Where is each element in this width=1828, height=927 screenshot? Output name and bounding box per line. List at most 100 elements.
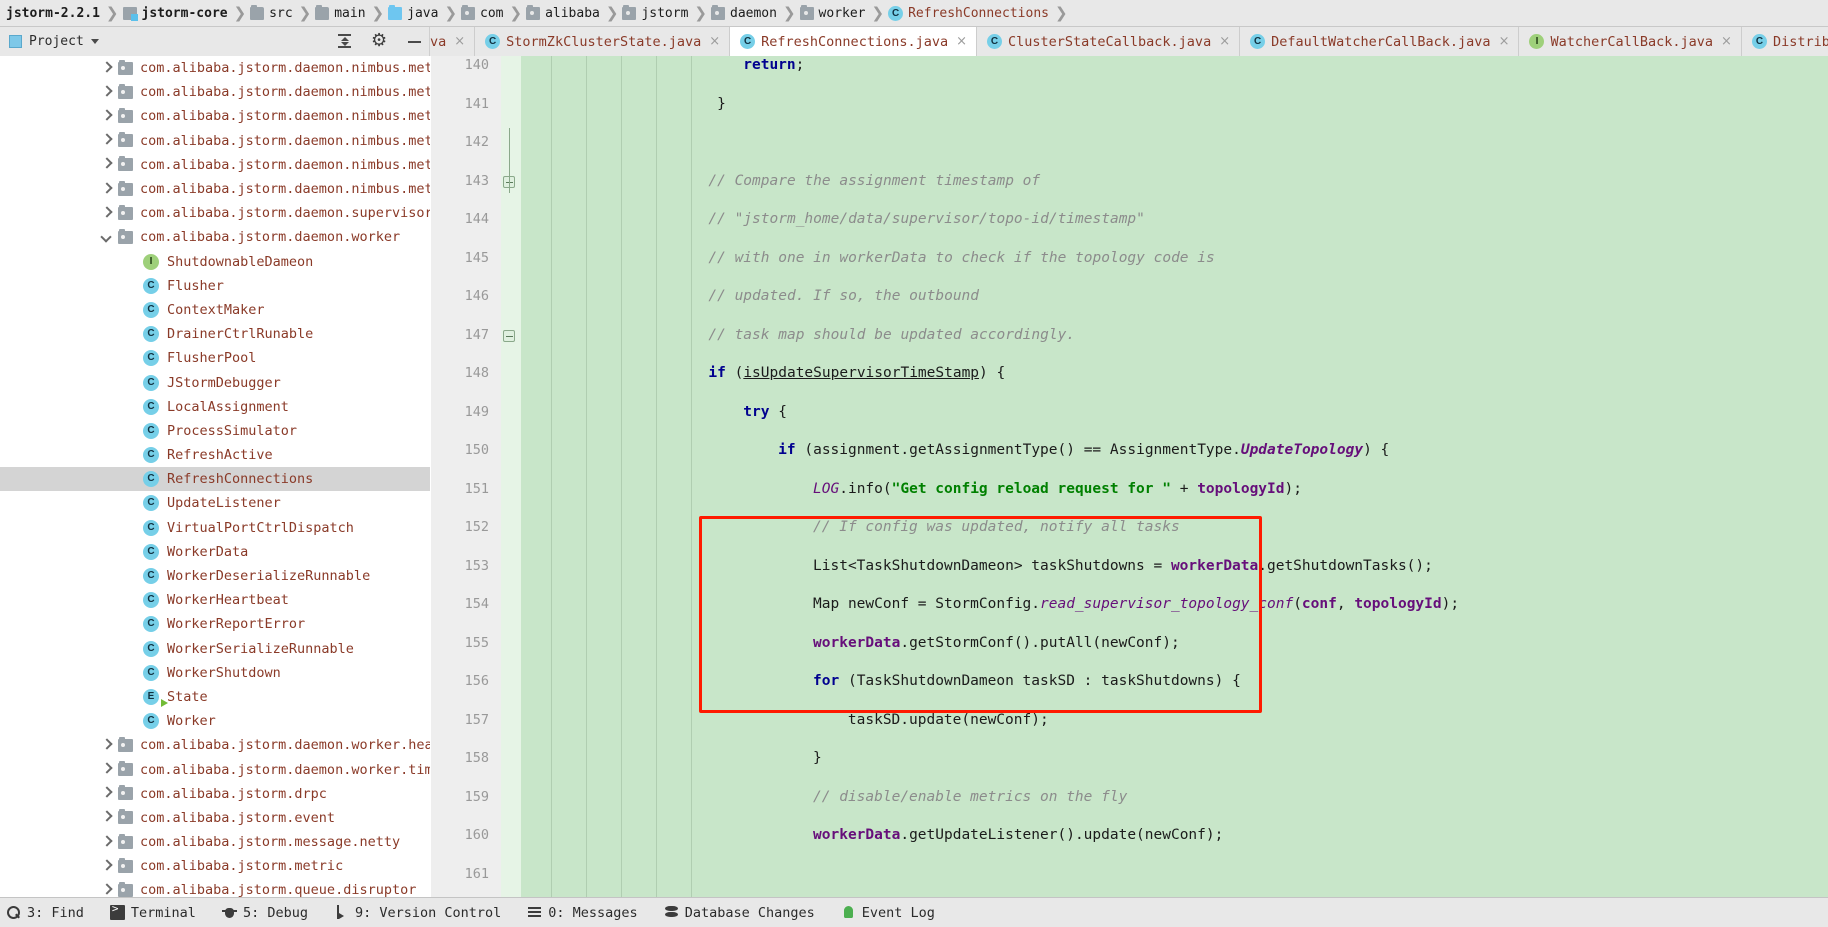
- code-line[interactable]: 144 // "jstorm_home/data/supervisor/topo-…: [431, 210, 1828, 229]
- tree-item-com-alibaba-jstorm-daemon-nimbus-met[interactable]: com.alibaba.jstorm.daemon.nimbus.met: [0, 153, 430, 177]
- chevron-right-icon[interactable]: [100, 811, 113, 824]
- code-lines[interactable]: 140 return; 141} 142 143 // Compare the assig…: [431, 56, 1828, 897]
- breadcrumb-item-refreshconnections[interactable]: C RefreshConnections: [886, 0, 1053, 27]
- tree-item-com-alibaba-jstorm-event[interactable]: com.alibaba.jstorm.event: [0, 806, 430, 830]
- code-line[interactable]: 161: [431, 865, 1828, 884]
- code-line[interactable]: 152 // If config was updated, notify all …: [431, 518, 1828, 537]
- tree-item-com-alibaba-jstorm-metric[interactable]: com.alibaba.jstorm.metric: [0, 854, 430, 878]
- chevron-right-icon[interactable]: [100, 134, 113, 147]
- tree-item-workerdata[interactable]: C WorkerData: [0, 540, 430, 564]
- tree-item-refreshconnections[interactable]: C RefreshConnections: [0, 467, 430, 492]
- breadcrumb-item-main[interactable]: main: [313, 0, 369, 27]
- editor-tab-defaultwatchercallback-java[interactable]: C DefaultWatcherCallBack.java ×: [1240, 27, 1520, 56]
- breadcrumb-item-daemon[interactable]: daemon: [709, 0, 781, 27]
- code-line[interactable]: 147 // task map should be updated accordi…: [431, 326, 1828, 345]
- close-icon[interactable]: ×: [956, 34, 967, 49]
- code-line[interactable]: 156 for (TaskShutdownDameon taskSD : task…: [431, 672, 1828, 691]
- code-line[interactable]: 153 List<TaskShutdownDameon> taskShutdown…: [431, 557, 1828, 576]
- chevron-down-icon[interactable]: [100, 231, 113, 244]
- tree-item-flusherpool[interactable]: C FlusherPool: [0, 346, 430, 370]
- tree-item-com-alibaba-jstorm-daemon-nimbus-met[interactable]: com.alibaba.jstorm.daemon.nimbus.met: [0, 129, 430, 153]
- tree-item-com-alibaba-jstorm-daemon-supervisor[interactable]: com.alibaba.jstorm.daemon.supervisor: [0, 201, 430, 225]
- tree-item-refreshactive[interactable]: C RefreshActive: [0, 443, 430, 467]
- tree-item-localassignment[interactable]: C LocalAssignment: [0, 395, 430, 419]
- chevron-right-icon[interactable]: [100, 158, 113, 171]
- breadcrumb-item-alibaba[interactable]: alibaba: [524, 0, 604, 27]
- hide-panel-icon[interactable]: [406, 33, 423, 50]
- tree-item-workerserializerunnable[interactable]: C WorkerSerializeRunnable: [0, 637, 430, 661]
- tree-item-updatelistener[interactable]: C UpdateListener: [0, 491, 430, 515]
- editor-tab-va[interactable]: va ×: [430, 27, 476, 56]
- code-line[interactable]: 154 Map newConf = StormConfig.read_superv…: [431, 595, 1828, 614]
- tree-item-flusher[interactable]: C Flusher: [0, 274, 430, 298]
- close-icon[interactable]: ×: [1219, 34, 1230, 49]
- tree-item-shutdownabledameon[interactable]: I ShutdownableDameon: [0, 250, 430, 274]
- tree-item-contextmaker[interactable]: C ContextMaker: [0, 298, 430, 322]
- code-editor[interactable]: 140 return; 141} 142 143 // Compare the assig…: [431, 56, 1828, 897]
- breadcrumb-item-jstorm-core[interactable]: jstorm-core: [121, 0, 232, 27]
- project-panel-title-button[interactable]: Project: [0, 34, 99, 49]
- code-line[interactable]: 143 // Compare the assignment timestamp o…: [431, 172, 1828, 191]
- tree-item-com-alibaba-jstorm-daemon-worker-hea[interactable]: com.alibaba.jstorm.daemon.worker.hea: [0, 733, 430, 757]
- code-line[interactable]: 150 if (assignment.getAssignmentType() ==…: [431, 441, 1828, 460]
- chevron-right-icon[interactable]: [100, 763, 113, 776]
- chevron-right-icon[interactable]: [100, 836, 113, 849]
- tree-item-com-alibaba-jstorm-message-netty[interactable]: com.alibaba.jstorm.message.netty: [0, 830, 430, 854]
- code-line[interactable]: 141}: [431, 95, 1828, 114]
- chevron-right-icon[interactable]: [100, 787, 113, 800]
- chevron-right-icon[interactable]: [100, 884, 113, 897]
- code-line[interactable]: 155 workerData.getStormConf().putAll(newC…: [431, 634, 1828, 653]
- tree-item-com-alibaba-jstorm-daemon-nimbus-met[interactable]: com.alibaba.jstorm.daemon.nimbus.met: [0, 56, 430, 80]
- close-icon[interactable]: ×: [1721, 34, 1732, 49]
- code-line[interactable]: 148 if (isUpdateSupervisorTimeStamp) {: [431, 364, 1828, 383]
- chevron-right-icon[interactable]: [100, 86, 113, 99]
- status-bar-item-3-find[interactable]: 3: Find: [6, 905, 84, 921]
- settings-gear-icon[interactable]: [371, 30, 388, 51]
- chevron-right-icon[interactable]: [100, 739, 113, 752]
- editor-tab-bar[interactable]: va × C StormZkClusterState.java × C RefreshCon…: [430, 27, 1828, 56]
- code-line[interactable]: 159 // disable/enable metrics on the fly: [431, 788, 1828, 807]
- code-line[interactable]: 142: [431, 133, 1828, 152]
- breadcrumb-item-java[interactable]: java: [386, 0, 442, 27]
- close-icon[interactable]: ×: [454, 34, 465, 49]
- tree-item-workershutdown[interactable]: C WorkerShutdown: [0, 661, 430, 685]
- collapse-all-icon[interactable]: [336, 33, 353, 50]
- code-fold-marker[interactable]: [503, 329, 515, 342]
- status-bar-item-terminal[interactable]: Terminal: [109, 902, 196, 921]
- tree-item-com-alibaba-jstorm-daemon-nimbus-met[interactable]: com.alibaba.jstorm.daemon.nimbus.met: [0, 80, 430, 104]
- code-line[interactable]: 146 // updated. If so, the outbound: [431, 287, 1828, 306]
- tree-item-drainerctrlrunable[interactable]: C DrainerCtrlRunable: [0, 322, 430, 346]
- code-line[interactable]: 145 // with one in workerData to check if…: [431, 249, 1828, 268]
- editor-tab-refreshconnections-java[interactable]: C RefreshConnections.java ×: [730, 27, 977, 56]
- code-line[interactable]: 160 workerData.getUpdateListener().update…: [431, 826, 1828, 845]
- tree-item-state[interactable]: E State: [0, 685, 430, 709]
- tree-item-com-alibaba-jstorm-daemon-worker-time[interactable]: com.alibaba.jstorm.daemon.worker.time: [0, 757, 430, 781]
- code-line[interactable]: 158}: [431, 749, 1828, 768]
- chevron-right-icon[interactable]: [100, 860, 113, 873]
- editor-tab-clusterstatecallback-java[interactable]: C ClusterStateCallback.java ×: [977, 27, 1241, 56]
- chevron-right-icon[interactable]: [100, 183, 113, 196]
- tree-item-worker[interactable]: C Worker: [0, 709, 430, 733]
- project-tree[interactable]: com.alibaba.jstorm.daemon.nimbus.met com.…: [0, 56, 430, 897]
- breadcrumb-item-src[interactable]: src: [248, 0, 296, 27]
- tree-item-workerheartbeat[interactable]: C WorkerHeartbeat: [0, 588, 430, 612]
- status-bar[interactable]: 3: Find Terminal 5: Debug 9: Version Contro…: [0, 897, 1828, 927]
- tree-item-com-alibaba-jstorm-queue-disruptor[interactable]: com.alibaba.jstorm.queue.disruptor: [0, 878, 430, 897]
- breadcrumb-item-jstorm[interactable]: jstorm: [620, 0, 692, 27]
- project-tree-panel[interactable]: com.alibaba.jstorm.daemon.nimbus.met com.…: [0, 56, 430, 897]
- editor-tab-stormzkclusterstate-java[interactable]: C StormZkClusterState.java ×: [475, 27, 731, 56]
- tree-item-workerreporterror[interactable]: C WorkerReportError: [0, 612, 430, 636]
- code-line[interactable]: 157 taskSD.update(newConf);: [431, 711, 1828, 730]
- close-icon[interactable]: ×: [1499, 34, 1510, 49]
- chevron-right-icon[interactable]: [100, 62, 113, 75]
- code-line[interactable]: 149 try {: [431, 403, 1828, 422]
- code-line[interactable]: 151 LOG.info("Get config reload request f…: [431, 480, 1828, 499]
- breadcrumb-item-worker[interactable]: worker: [798, 0, 870, 27]
- breadcrumb-item-com[interactable]: com: [459, 0, 507, 27]
- tree-item-virtualportctrldispatch[interactable]: C VirtualPortCtrlDispatch: [0, 516, 430, 540]
- tree-item-com-alibaba-jstorm-daemon-nimbus-met[interactable]: com.alibaba.jstorm.daemon.nimbus.met: [0, 177, 430, 201]
- tree-item-com-alibaba-jstorm-drpc[interactable]: com.alibaba.jstorm.drpc: [0, 782, 430, 806]
- tree-item-com-alibaba-jstorm-daemon-worker[interactable]: com.alibaba.jstorm.daemon.worker: [0, 225, 430, 249]
- status-bar-item-9-version-control[interactable]: 9: Version Control: [334, 905, 501, 921]
- tree-item-jstormdebugger[interactable]: C JStormDebugger: [0, 370, 430, 394]
